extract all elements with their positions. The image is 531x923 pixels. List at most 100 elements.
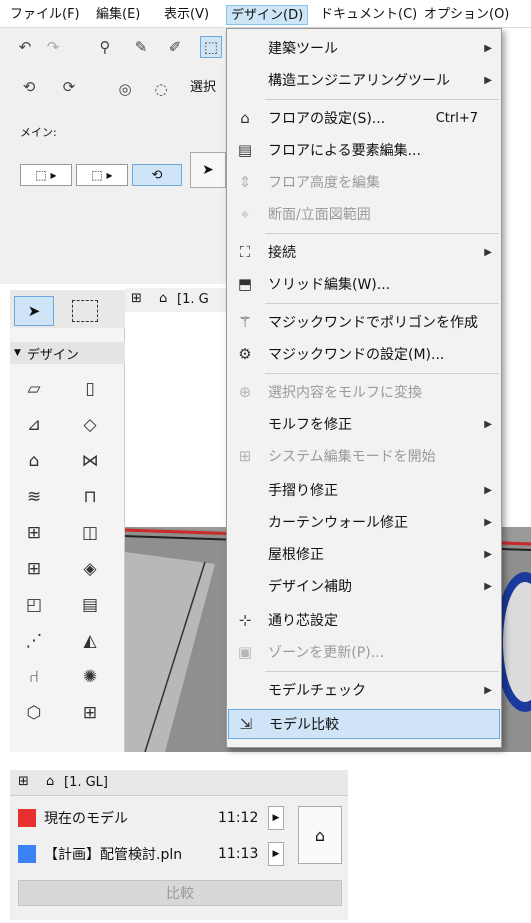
menu-item-section-range[interactable]: ⌖ 断面/立面図範囲 — [228, 199, 500, 229]
compare-button[interactable]: 比較 — [18, 880, 342, 906]
blue-color-swatch — [18, 845, 36, 863]
cube-object-icon[interactable]: ⬡ — [20, 700, 48, 726]
menu-file[interactable]: ファイル(F) — [6, 5, 84, 25]
menu-item-magic-wand-settings[interactable]: ⚙ マジックワンドの設定(M)... — [228, 339, 500, 369]
menu-item-connect[interactable]: ⛶ 接続 ▶ — [228, 237, 500, 267]
model-row-current[interactable]: 現在のモデル 11:12 ▶ — [18, 804, 284, 832]
menu-item-architecture-tools[interactable]: 建築ツール ▶ — [228, 33, 500, 63]
system-edit-icon: ⊞ — [238, 447, 252, 465]
menu-item-solid-edit[interactable]: ⬒ ソリッド編集(W)... — [228, 269, 500, 299]
railing-icon[interactable]: ⊓ — [76, 484, 104, 510]
model-select-arrow-icon[interactable]: ▶ — [268, 806, 284, 830]
menu-item-edit-floor-height[interactable]: ⇕ フロア高度を編集 — [228, 167, 500, 197]
menu-item-floor-settings[interactable]: ⌂ フロアの設定(S)... Ctrl+7 — [228, 103, 500, 133]
compare-panel-tab[interactable]: [1. GL] — [64, 775, 108, 790]
menu-item-curtain-wall-modify[interactable]: カーテンウォール修正 ▶ — [228, 507, 500, 537]
menu-options[interactable]: オプション(O) — [420, 5, 513, 25]
magic-wand-settings-icon: ⚙ — [238, 345, 252, 363]
menu-item-structural-tools[interactable]: 構造エンジニアリングツール ▶ — [228, 65, 500, 95]
grid-settings-icon: ⊹ — [238, 611, 252, 629]
hide-icon[interactable]: ◌ — [150, 78, 172, 100]
solid-edit-icon: ⬒ — [237, 275, 253, 293]
menu-item-model-check[interactable]: モデルチェック ▶ — [228, 675, 500, 705]
menu-design[interactable]: デザイン(D) — [226, 5, 309, 25]
arrow-tool-icon[interactable]: ⬚ — [200, 36, 222, 58]
morph-icon[interactable]: ◭ — [76, 628, 104, 654]
swap-models-button[interactable]: ⌂ — [298, 806, 342, 864]
slab-icon[interactable]: ◇ — [76, 412, 104, 438]
inject-icon[interactable]: ✐ — [164, 36, 186, 58]
arrow-tool-icon[interactable]: ➤ — [14, 296, 54, 326]
menu-item-magic-wand-polygon[interactable]: ⚚ マジックワンドでポリゴンを作成 — [228, 307, 500, 337]
floor-plan-icon: ⌂ — [46, 774, 55, 789]
door-icon[interactable]: ◫ — [76, 520, 104, 546]
window-icon[interactable]: ⊞ — [20, 556, 48, 582]
model-name: 【計画】配管検討.pln — [44, 847, 183, 863]
selection-label: 選択 — [190, 80, 217, 95]
menu-item-design-extras[interactable]: デザイン補助 ▶ — [228, 571, 500, 601]
layer-icon[interactable]: ⟲ — [18, 76, 40, 98]
floor-edit-icon: ▤ — [237, 141, 253, 159]
menu-item-railing-modify[interactable]: 手摺り修正 ▶ — [228, 475, 500, 505]
submenu-arrow-icon: ▶ — [484, 548, 492, 560]
menu-item-label: 屋根修正 — [268, 547, 324, 563]
layer-combo-icon[interactable]: ⟳ — [58, 76, 80, 98]
grid-element-icon[interactable]: ⊞ — [76, 700, 104, 726]
roof-icon[interactable]: ⌂ — [20, 448, 48, 474]
object-icon[interactable]: ⑁ — [20, 664, 48, 690]
pick-up-icon[interactable]: ✎ — [130, 36, 152, 58]
eyedropper-icon[interactable]: ⚲ — [94, 36, 116, 58]
opening-icon[interactable]: ◰ — [20, 592, 48, 618]
undo-icon[interactable]: ↶ — [14, 36, 36, 58]
zone-icon[interactable]: ▤ — [76, 592, 104, 618]
grid-view-icon[interactable]: ⊞ — [131, 291, 142, 306]
menu-item-update-zones[interactable]: ▣ ゾーンを更新(P)... — [228, 637, 500, 667]
menu-item-label: モデルチェック — [268, 683, 366, 699]
menu-item-system-edit-mode[interactable]: ⊞ システム編集モードを開始 — [228, 441, 500, 471]
model-name: 現在のモデル — [44, 811, 128, 827]
wall-icon[interactable]: ▱ — [20, 376, 48, 402]
menu-separator — [265, 99, 499, 100]
menu-view[interactable]: 表示(V) — [160, 5, 213, 25]
menu-item-label: 手摺り修正 — [268, 483, 338, 499]
curtain-wall-icon[interactable]: ⊞ — [20, 520, 48, 546]
menu-item-label: フロアの設定(S)... — [268, 111, 386, 127]
stair-icon[interactable]: ≋ — [20, 484, 48, 510]
menu-item-edit-by-floor[interactable]: ▤ フロアによる要素編集... — [228, 135, 500, 165]
menu-item-roof-modify[interactable]: 屋根修正 ▶ — [228, 539, 500, 569]
skylight-icon[interactable]: ◈ — [76, 556, 104, 582]
menu-separator — [265, 671, 499, 672]
menu-document[interactable]: ドキュメント(C) — [316, 5, 421, 25]
section-range-icon: ⌖ — [240, 205, 250, 223]
design-section-header[interactable]: ▼ デザイン — [10, 342, 125, 364]
menu-item-grid-settings[interactable]: ⊹ 通り芯設定 — [228, 605, 500, 635]
beam-icon[interactable]: ⊿ — [20, 412, 48, 438]
marquee-type-button[interactable]: ⬚ ▸ — [76, 164, 128, 186]
menu-item-label: システム編集モードを開始 — [268, 449, 436, 465]
menu-item-modify-morph[interactable]: モルフを修正 ▶ — [228, 409, 500, 439]
menu-item-convert-to-morph[interactable]: ⊕ 選択内容をモルフに変換 — [228, 377, 500, 407]
floor-tab[interactable]: [1. G — [177, 292, 209, 307]
menu-edit[interactable]: 編集(E) — [92, 5, 144, 25]
column-icon[interactable]: ▯ — [76, 376, 104, 402]
marquee-shape-button[interactable]: ⬚ ▸ — [20, 164, 72, 186]
model-row-compare[interactable]: 【計画】配管検討.pln 11:13 ▶ — [18, 840, 284, 868]
arrow-select-button[interactable]: ➤ — [190, 152, 226, 188]
compare-panel-header: ⊞ ⌂ [1. GL] — [10, 770, 348, 796]
rotate-marquee-button[interactable]: ⟲ — [132, 164, 182, 186]
view-icon[interactable]: ◎ — [114, 78, 136, 100]
view-tab-strip: ⊞ ⌂ [1. G — [125, 288, 235, 312]
model-select-arrow-icon[interactable]: ▶ — [268, 842, 284, 866]
shell-icon[interactable]: ⋈ — [76, 448, 104, 474]
redo-icon[interactable]: ↷ — [42, 36, 64, 58]
mesh-icon[interactable]: ⋰ — [20, 628, 48, 654]
magic-wand-icon: ⚚ — [238, 313, 252, 331]
menu-separator — [265, 373, 499, 374]
menu-item-model-compare[interactable]: ⇲ モデル比較 — [228, 709, 500, 739]
grid-view-icon[interactable]: ⊞ — [18, 774, 29, 789]
submenu-arrow-icon: ▶ — [484, 246, 492, 258]
zone-update-icon: ▣ — [237, 643, 253, 661]
marquee-tool-icon[interactable] — [72, 300, 98, 322]
submenu-arrow-icon: ▶ — [484, 516, 492, 528]
lamp-icon[interactable]: ✺ — [76, 664, 104, 690]
